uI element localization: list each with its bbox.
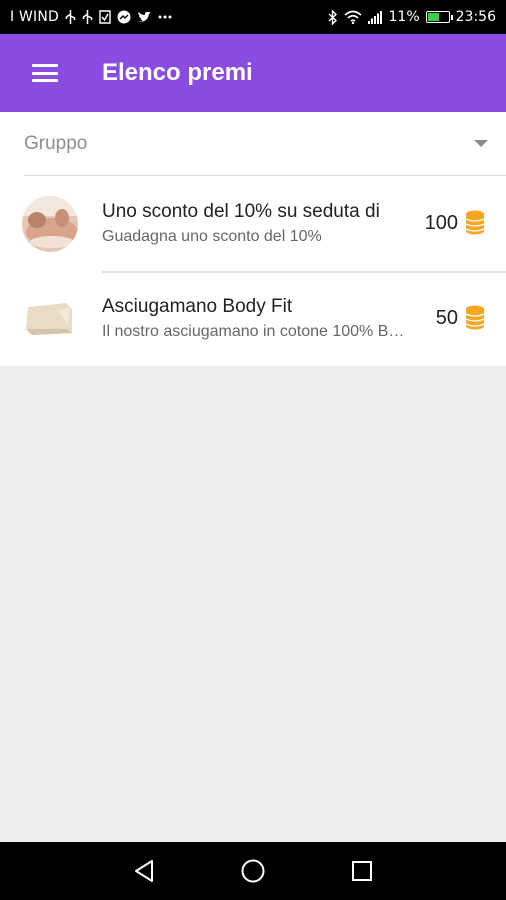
reward-points: 100 bbox=[425, 209, 486, 239]
wifi-icon bbox=[343, 10, 362, 24]
status-left: I WIND bbox=[10, 9, 172, 25]
home-icon[interactable] bbox=[233, 851, 273, 891]
coins-icon bbox=[464, 304, 486, 334]
more-icon bbox=[158, 15, 172, 19]
usb-icon bbox=[65, 10, 76, 24]
reward-title: Asciugamano Body Fit bbox=[102, 296, 293, 317]
bluetooth-icon bbox=[328, 9, 338, 25]
reward-texts: Asciugamano Body Fit Il nostro asciugama… bbox=[102, 296, 410, 341]
reward-points: 50 bbox=[436, 304, 486, 334]
menu-line bbox=[32, 71, 58, 75]
points-value: 100 bbox=[424, 212, 458, 234]
reward-item[interactable]: Asciugamano Body Fit Il nostro asciugama… bbox=[0, 271, 506, 366]
app-bar: Elenco premi bbox=[0, 34, 506, 112]
usb-icon bbox=[82, 10, 93, 24]
status-bar: I WIND 11% 23:56 bbox=[0, 0, 506, 34]
clock: 23:56 bbox=[455, 9, 496, 25]
menu-line bbox=[32, 79, 58, 82]
massage-photo bbox=[22, 195, 78, 252]
reward-title: Uno sconto del 10% su seduta di bbox=[102, 201, 380, 222]
battery-percent: 11% bbox=[388, 9, 420, 25]
towel-photo bbox=[22, 290, 78, 347]
messenger-icon bbox=[117, 10, 131, 24]
carrier-name: I WIND bbox=[10, 9, 60, 25]
hamburger-menu-icon[interactable] bbox=[32, 58, 62, 88]
reward-item[interactable]: Uno sconto del 10% su seduta di Guadagna… bbox=[0, 176, 506, 271]
reward-texts: Uno sconto del 10% su seduta di Guadagna… bbox=[102, 201, 410, 246]
reward-subtitle: Il nostro asciugamano in cotone 100% Bod… bbox=[102, 323, 410, 340]
recents-icon[interactable] bbox=[342, 851, 382, 891]
signal-icon bbox=[367, 10, 383, 24]
battery-fill bbox=[427, 13, 440, 21]
group-dropdown-label: Gruppo bbox=[24, 132, 88, 154]
rewards-card: Gruppo Uno sconto del 10% su seduta di G… bbox=[0, 112, 506, 366]
menu-line bbox=[32, 64, 58, 67]
page-title: Elenco premi bbox=[102, 59, 253, 86]
battery-icon bbox=[425, 11, 453, 23]
twitter-icon bbox=[137, 11, 152, 24]
system-nav-bar bbox=[0, 842, 506, 900]
reward-subtitle: Guadagna uno sconto del 10% bbox=[102, 228, 322, 245]
points-value: 50 bbox=[435, 307, 458, 329]
chevron-down-icon bbox=[474, 140, 488, 147]
group-dropdown[interactable]: Gruppo bbox=[24, 112, 506, 176]
coins-icon bbox=[464, 209, 486, 239]
status-right: 11% 23:56 bbox=[328, 9, 496, 25]
back-icon[interactable] bbox=[124, 851, 164, 891]
check-icon bbox=[99, 10, 111, 24]
